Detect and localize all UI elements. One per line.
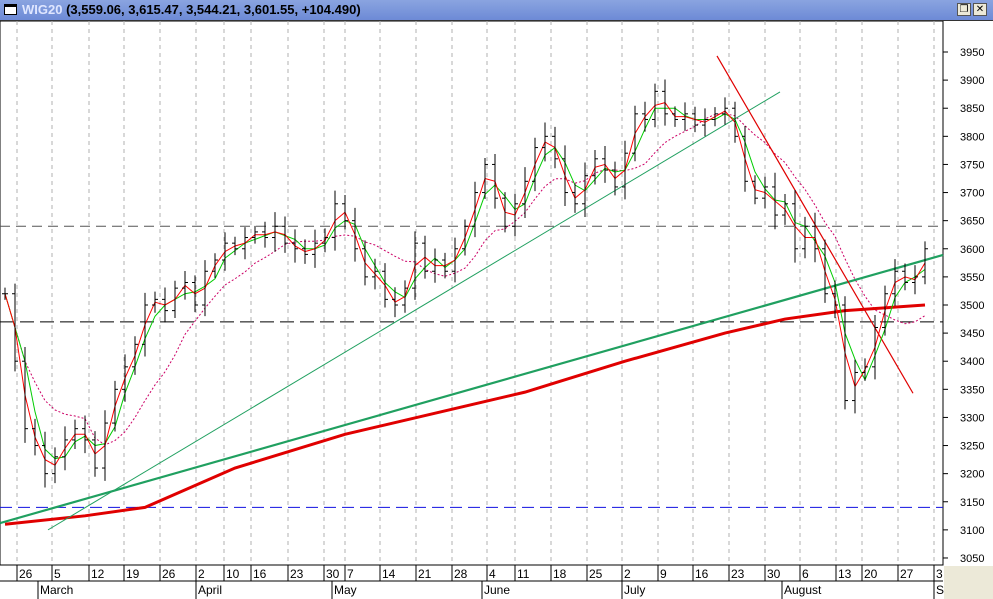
y-tick-label: 3450 [960,328,984,340]
week-label: 13 [838,567,852,581]
week-label: 16 [253,567,267,581]
window-title: WIG20 (3,559.06, 3,615.47, 3,544.21, 3,6… [22,2,361,17]
y-tick-label: 3500 [960,300,984,312]
y-tick-label: 3550 [960,272,984,284]
week-label: 10 [226,567,240,581]
week-label: 16 [695,567,709,581]
week-label: 3 [936,567,943,581]
week-label: 25 [589,567,603,581]
week-label: 19 [126,567,140,581]
week-label: 28 [454,567,468,581]
y-tick-label: 3100 [960,525,984,537]
month-label: July [624,583,645,597]
y-tick-label: 3250 [960,441,984,453]
y-tick-label: 3150 [960,497,984,509]
week-label: 2 [624,567,631,581]
y-tick-label: 3200 [960,469,984,481]
week-label: 12 [91,567,105,581]
y-tick-label: 3400 [960,356,984,368]
close-icon[interactable]: ✕ [973,3,987,16]
ohlc-readout: (3,559.06, 3,615.47, 3,544.21, 3,601.55,… [66,2,361,17]
y-tick-label: 3750 [960,159,984,171]
title-bar: WIG20 (3,559.06, 3,615.47, 3,544.21, 3,6… [0,0,993,21]
month-label: March [40,583,73,597]
y-tick-label: 3900 [960,75,984,87]
price-chart[interactable]: 26 5 12 19 26 2 10 16 23 30 7 14 21 28 4 11 18 25 2 9 16 23 30… [0,21,993,599]
y-tick-label: 3850 [960,103,984,115]
week-label: 14 [382,567,396,581]
week-label: 11 [517,567,530,581]
week-label: 7 [347,567,354,581]
week-label: 5 [54,567,61,581]
window-icon [4,4,17,15]
y-tick-label: 3050 [960,553,984,565]
y-tick-label: 3600 [960,244,984,256]
week-label: 6 [802,567,809,581]
week-label: 9 [660,567,667,581]
week-label: 30 [326,567,340,581]
month-label: June [484,583,510,597]
month-label: May [334,583,357,597]
y-tick-label: 3350 [960,384,984,396]
week-label: 18 [553,567,567,581]
restore-icon[interactable]: ❐ [957,3,971,16]
week-label: 21 [418,567,432,581]
y-tick-label: 3700 [960,188,984,200]
week-label: 20 [864,567,878,581]
week-label: 26 [19,567,33,581]
symbol-name: WIG20 [22,2,63,17]
month-label: April [198,583,222,597]
y-tick-label: 3300 [960,412,984,424]
y-tick-label: 3650 [960,216,984,228]
y-tick-label: 3800 [960,131,984,143]
month-label: August [784,583,822,597]
week-label: 26 [162,567,176,581]
week-label: 27 [900,567,914,581]
week-label: 4 [489,567,496,581]
week-label: 23 [290,567,304,581]
week-label: 2 [198,567,205,581]
y-tick-label: 3950 [960,47,984,59]
corner-panel [944,566,993,599]
week-label: 30 [767,567,781,581]
week-label: 23 [731,567,745,581]
